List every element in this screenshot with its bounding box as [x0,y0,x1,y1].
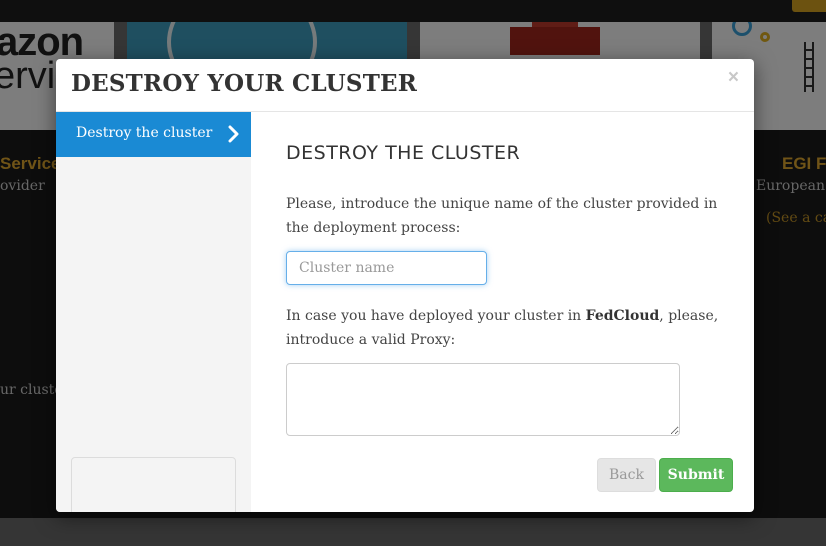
modal-header: DESTROY YOUR CLUSTER × [56,59,754,112]
close-button[interactable]: × [728,67,739,89]
submit-button[interactable]: Submit [659,458,733,492]
chevron-right-icon [228,125,239,143]
wizard-step-content: DESTROY THE CLUSTER Please, introduce th… [251,112,754,512]
cluster-name-instructions: Please, introduce the unique name of the… [286,196,718,236]
fedcloud-label: FedCloud [585,308,660,324]
proxy-textarea[interactable] [286,363,680,436]
proxy-instructions: In case you have deployed your cluster i… [286,304,726,352]
sidebar-empty-panel [71,457,236,512]
back-button[interactable]: Back [597,458,656,492]
wizard-sidebar: Destroy the cluster [56,112,251,512]
cluster-name-input[interactable] [286,251,487,285]
section-title: DESTROY THE CLUSTER [286,142,521,164]
destroy-cluster-modal: DESTROY YOUR CLUSTER × Destroy the clust… [56,59,754,512]
proxy-text-before: In case you have deployed your cluster i… [286,308,586,324]
modal-title: DESTROY YOUR CLUSTER [71,70,418,97]
sidebar-item-destroy-cluster[interactable]: Destroy the cluster [56,112,251,157]
sidebar-item-label: Destroy the cluster [76,125,213,141]
